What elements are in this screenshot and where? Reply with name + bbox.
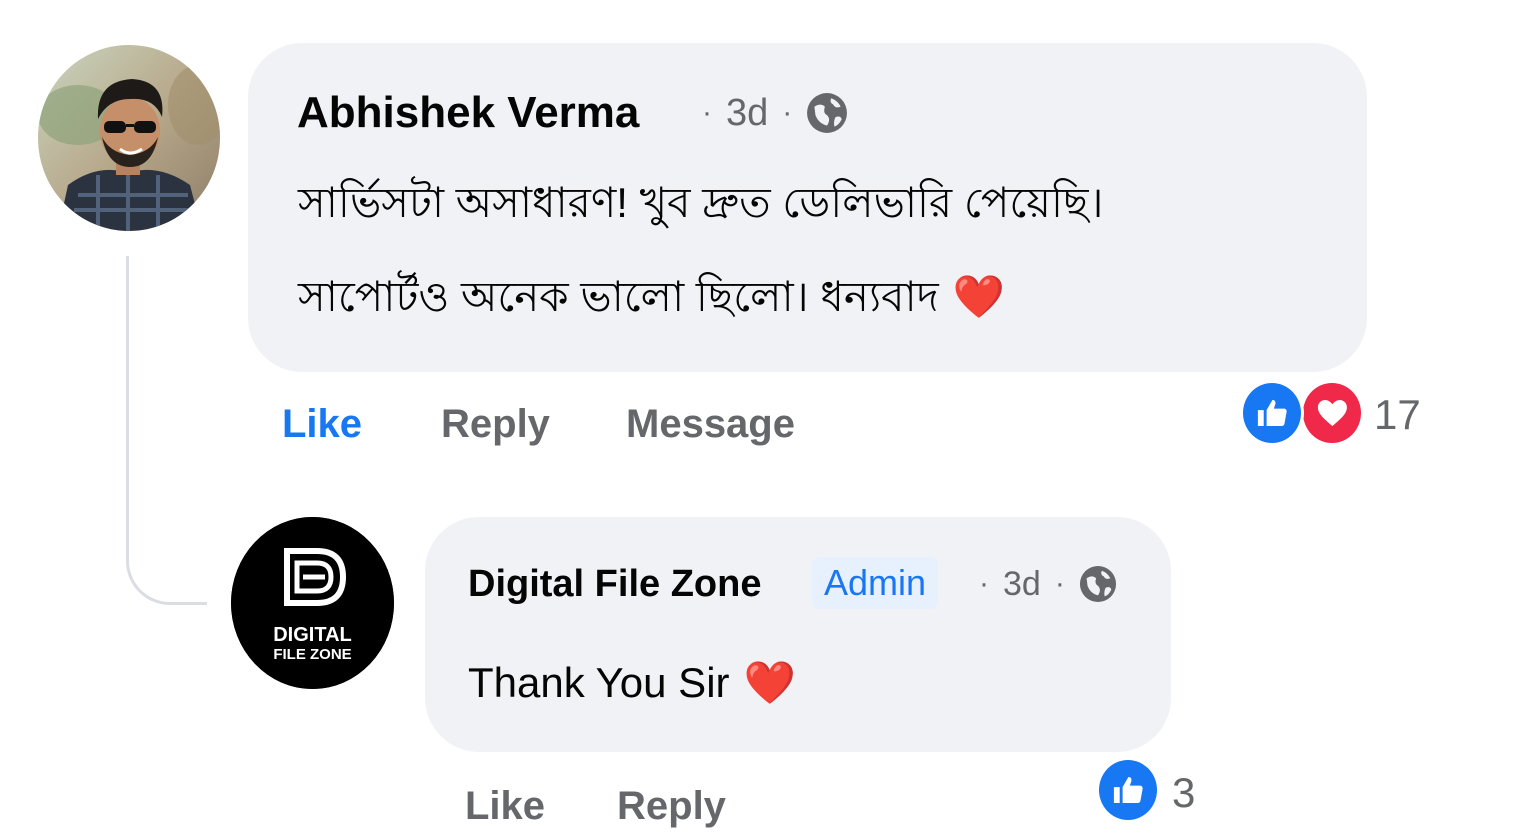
like-button[interactable]: Like xyxy=(282,400,362,448)
profile-photo xyxy=(38,45,220,231)
separator: · xyxy=(979,567,989,600)
comment-text-line-2: সাপোর্টও অনেক ভালো ছিলো। ধন্যবাদ ❤️ xyxy=(298,269,1005,325)
globe-icon xyxy=(1079,565,1117,603)
comment-thread: Abhishek Verma · 3d · সার্ভিসটা অসাধারণ!… xyxy=(0,0,1536,840)
logo-text-1: DIGITAL xyxy=(273,624,352,646)
reply-text: Thank You Sir ❤️ xyxy=(468,657,796,709)
love-icon[interactable] xyxy=(1300,380,1364,446)
like-icon[interactable] xyxy=(1240,380,1304,446)
reply-reply-button[interactable]: Reply xyxy=(617,782,726,830)
reply-like-button[interactable]: Like xyxy=(465,782,545,830)
reply-reaction-count[interactable]: 3 xyxy=(1172,768,1195,818)
separator: · xyxy=(702,96,712,129)
globe-icon xyxy=(806,92,848,134)
avatar-abhishek[interactable] xyxy=(38,45,220,231)
separator: · xyxy=(1054,567,1065,600)
logo-text-2: FILE ZONE xyxy=(273,646,351,663)
comment-time[interactable]: 3d xyxy=(726,92,768,135)
heart-emoji-icon: ❤️ xyxy=(743,659,796,706)
reaction-count[interactable]: 17 xyxy=(1374,390,1421,440)
admin-badge: Admin xyxy=(812,557,939,609)
comment-meta: · 3d · xyxy=(688,89,848,137)
digital-file-zone-logo: DIGITAL FILE ZONE xyxy=(231,517,394,689)
reply-bubble: Digital File Zone Admin · 3d · Thank You… xyxy=(425,517,1171,752)
reply-text-content: Thank You Sir xyxy=(468,659,730,706)
thread-connector xyxy=(126,256,207,605)
comment-text-line-2-content: সাপোর্টও অনেক ভালো ছিলো। ধন্যবাদ xyxy=(298,273,939,320)
like-icon[interactable] xyxy=(1096,757,1160,823)
reply-meta: · 3d · xyxy=(965,561,1117,607)
comment-text-line-1: সার্ভিসটা অসাধারণ! খুব দ্রুত ডেলিভারি পে… xyxy=(298,179,1104,226)
reply-button[interactable]: Reply xyxy=(441,400,550,448)
message-button[interactable]: Message xyxy=(626,400,795,448)
avatar-digital-file-zone[interactable]: DIGITAL FILE ZONE xyxy=(231,517,394,689)
reply-time[interactable]: 3d xyxy=(1003,565,1041,604)
comment-bubble: Abhishek Verma · 3d · সার্ভিসটা অসাধারণ!… xyxy=(248,43,1367,372)
comment-author[interactable]: Abhishek Verma xyxy=(297,87,639,139)
heart-emoji-icon: ❤️ xyxy=(952,273,1006,320)
separator: · xyxy=(782,96,793,129)
reply-author[interactable]: Digital File Zone xyxy=(468,561,761,607)
